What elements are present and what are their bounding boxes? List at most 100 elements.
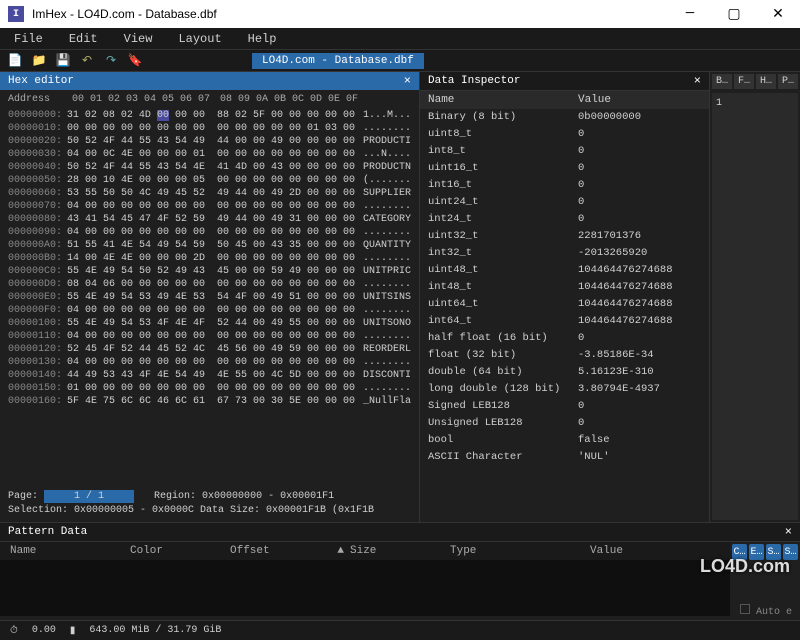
minimize-button[interactable]: ─ [668,0,712,28]
data-inspector-panel: Data Inspector × Name Value Binary (8 bi… [420,72,710,522]
hex-row[interactable]: 00000110:04 00 00 00 00 00 00 00 00 00 0… [8,330,411,343]
file-tab[interactable]: LO4D.com - Database.dbf [252,53,424,69]
inspector-body: Binary (8 bit)0b00000000uint8_t0int8_t0u… [420,109,709,466]
hex-row[interactable]: 000000B0:14 00 4E 4E 00 00 00 2D 00 00 0… [8,252,411,265]
inspector-row[interactable]: int32_t-2013265920 [420,245,709,262]
bytes-header-2: 08 09 0A 0B 0C 0D 0E 0F [220,94,358,105]
hex-row[interactable]: 000000A0:51 55 41 4E 54 49 54 59 50 45 0… [8,239,411,252]
page-label: Page: [8,491,38,502]
inspector-close-icon[interactable]: × [694,74,701,88]
open-file-icon[interactable]: 📁 [32,54,46,68]
inspector-row[interactable]: uint32_t2281701376 [420,228,709,245]
right-bottom-controls: C… E… S… S… Auto e [730,542,800,620]
save-icon[interactable]: 💾 [56,54,70,68]
maximize-button[interactable]: ▢ [712,0,756,28]
pattern-col-name[interactable]: Name [10,545,130,557]
inspector-row[interactable]: uint48_t104464476274688 [420,262,709,279]
right-body: 1 [712,93,798,520]
hex-editor-title: Hex editor [8,75,74,87]
hex-row[interactable]: 00000020:50 52 4F 44 55 43 54 49 44 00 0… [8,135,411,148]
new-file-icon[interactable]: 📄 [8,54,22,68]
window-title: ImHex - LO4D.com - Database.dbf [32,7,668,21]
menu-help[interactable]: Help [244,30,281,48]
hex-row[interactable]: 000000C0:55 4E 49 54 50 52 49 43 45 00 0… [8,265,411,278]
pattern-col-size[interactable]: Size [350,545,450,557]
side-tab-1[interactable]: F… [734,74,754,89]
hex-body[interactable]: 00000000:31 02 08 02 4D 00 00 00 88 02 5… [0,109,419,486]
menu-layout[interactable]: Layout [174,30,225,48]
menu-file[interactable]: File [10,30,47,48]
pattern-col-value[interactable]: Value [590,545,690,557]
hex-row[interactable]: 00000120:52 45 4F 52 44 45 52 4C 45 56 0… [8,343,411,356]
inspector-row[interactable]: double (64 bit)5.16123E-310 [420,364,709,381]
page-value[interactable]: 1 / 1 [44,490,134,503]
inspector-row[interactable]: uint24_t0 [420,194,709,211]
menu-edit[interactable]: Edit [65,30,102,48]
inspector-row[interactable]: half float (16 bit)0 [420,330,709,347]
pattern-col-type[interactable]: Type [450,545,590,557]
pattern-columns: Name Color Offset ▲ Size Type Value [0,542,730,560]
inspector-row[interactable]: Binary (8 bit)0b00000000 [420,109,709,126]
inspector-value-header: Value [578,94,611,106]
pattern-col-offset[interactable]: Offset ▲ [230,545,350,557]
pattern-data-title: Pattern Data [8,526,87,538]
hex-footer: Page: 1 / 1 Region: 0x00000000 - 0x00001… [0,486,419,522]
hex-column-header: Address 00 01 02 03 04 05 06 07 08 09 0A… [0,90,419,109]
inspector-row[interactable]: Unsigned LEB1280 [420,415,709,432]
hex-row[interactable]: 00000060:53 55 50 50 4C 49 45 52 49 44 0… [8,187,411,200]
hex-row[interactable]: 00000140:44 49 53 43 4F 4E 54 49 4E 55 0… [8,369,411,382]
inspector-row[interactable]: long double (128 bit)3.80794E-4937 [420,381,709,398]
hex-row[interactable]: 00000070:04 00 00 00 00 00 00 00 00 00 0… [8,200,411,213]
inspector-row[interactable]: ASCII Character'NUL' [420,449,709,466]
side-tab-0[interactable]: B… [712,74,732,89]
hex-row[interactable]: 00000080:43 41 54 45 47 4F 52 59 49 44 0… [8,213,411,226]
hex-row[interactable]: 00000150:01 00 00 00 00 00 00 00 00 00 0… [8,382,411,395]
hex-row[interactable]: 00000090:04 00 00 00 00 00 00 00 00 00 0… [8,226,411,239]
inspector-row[interactable]: boolfalse [420,432,709,449]
right-tabs: B… F… H… P… [712,74,798,89]
hex-editor-header[interactable]: Hex editor × [0,72,419,90]
hex-row[interactable]: 000000D0:08 04 06 00 00 00 00 00 00 00 0… [8,278,411,291]
inspector-row[interactable]: float (32 bit)-3.85186E-34 [420,347,709,364]
redo-icon[interactable]: ↷ [104,54,118,68]
close-button[interactable]: ✕ [756,0,800,28]
hex-close-icon[interactable]: × [404,74,411,88]
inspector-name-header: Name [428,94,578,106]
selection-value: Selection: 0x00000005 - 0x0000C [8,504,194,518]
hex-row[interactable]: 00000040:50 52 4F 44 55 43 54 4E 41 4D 0… [8,161,411,174]
pattern-data-header[interactable]: Pattern Data × [0,523,800,542]
hex-row[interactable]: 00000160:5F 4E 75 6C 6C 46 6C 61 67 73 0… [8,395,411,408]
menu-view[interactable]: View [120,30,157,48]
memory-value: 643.00 MiB / 31.79 GiB [89,625,221,636]
pattern-close-icon[interactable]: × [785,525,792,539]
hex-row[interactable]: 00000030:04 00 0C 4E 00 00 00 01 00 00 0… [8,148,411,161]
hex-row[interactable]: 000000E0:55 4E 49 54 53 49 4E 53 54 4F 0… [8,291,411,304]
hex-row[interactable]: 00000050:28 00 10 4E 00 00 00 05 00 00 0… [8,174,411,187]
inspector-row[interactable]: uint64_t104464476274688 [420,296,709,313]
hex-row[interactable]: 00000010:00 00 00 00 00 00 00 00 00 00 0… [8,122,411,135]
hex-row[interactable]: 000000F0:04 00 00 00 00 00 00 00 00 00 0… [8,304,411,317]
undo-icon[interactable]: ↶ [80,54,94,68]
inspector-row[interactable]: int8_t0 [420,143,709,160]
pattern-col-color[interactable]: Color [130,545,230,557]
inspector-row[interactable]: int64_t104464476274688 [420,313,709,330]
watermark: LO4D.com [700,556,790,577]
side-tab-3[interactable]: P… [778,74,798,89]
hex-row[interactable]: 00000100:55 4E 49 54 53 4F 4E 4F 52 44 0… [8,317,411,330]
data-inspector-header[interactable]: Data Inspector × [420,72,709,91]
chip-icon: ▮ [70,625,76,637]
inspector-row[interactable]: Signed LEB1280 [420,398,709,415]
hex-row[interactable]: 00000000:31 02 08 02 4D 00 00 00 88 02 5… [8,109,411,122]
inspector-row[interactable]: int24_t0 [420,211,709,228]
fps-value: 0.00 [32,625,56,636]
inspector-row[interactable]: int16_t0 [420,177,709,194]
bookmark-icon[interactable]: 🔖 [128,54,142,68]
hex-row[interactable]: 00000130:04 00 00 00 00 00 00 00 00 00 0… [8,356,411,369]
menubar: File Edit View Layout Help [0,28,800,50]
inspector-row[interactable]: uint16_t0 [420,160,709,177]
bytes-header-1: 00 01 02 03 04 05 06 07 [72,94,210,105]
auto-checkbox-label[interactable]: Auto e [730,602,800,620]
side-tab-2[interactable]: H… [756,74,776,89]
inspector-row[interactable]: int48_t104464476274688 [420,279,709,296]
inspector-row[interactable]: uint8_t0 [420,126,709,143]
